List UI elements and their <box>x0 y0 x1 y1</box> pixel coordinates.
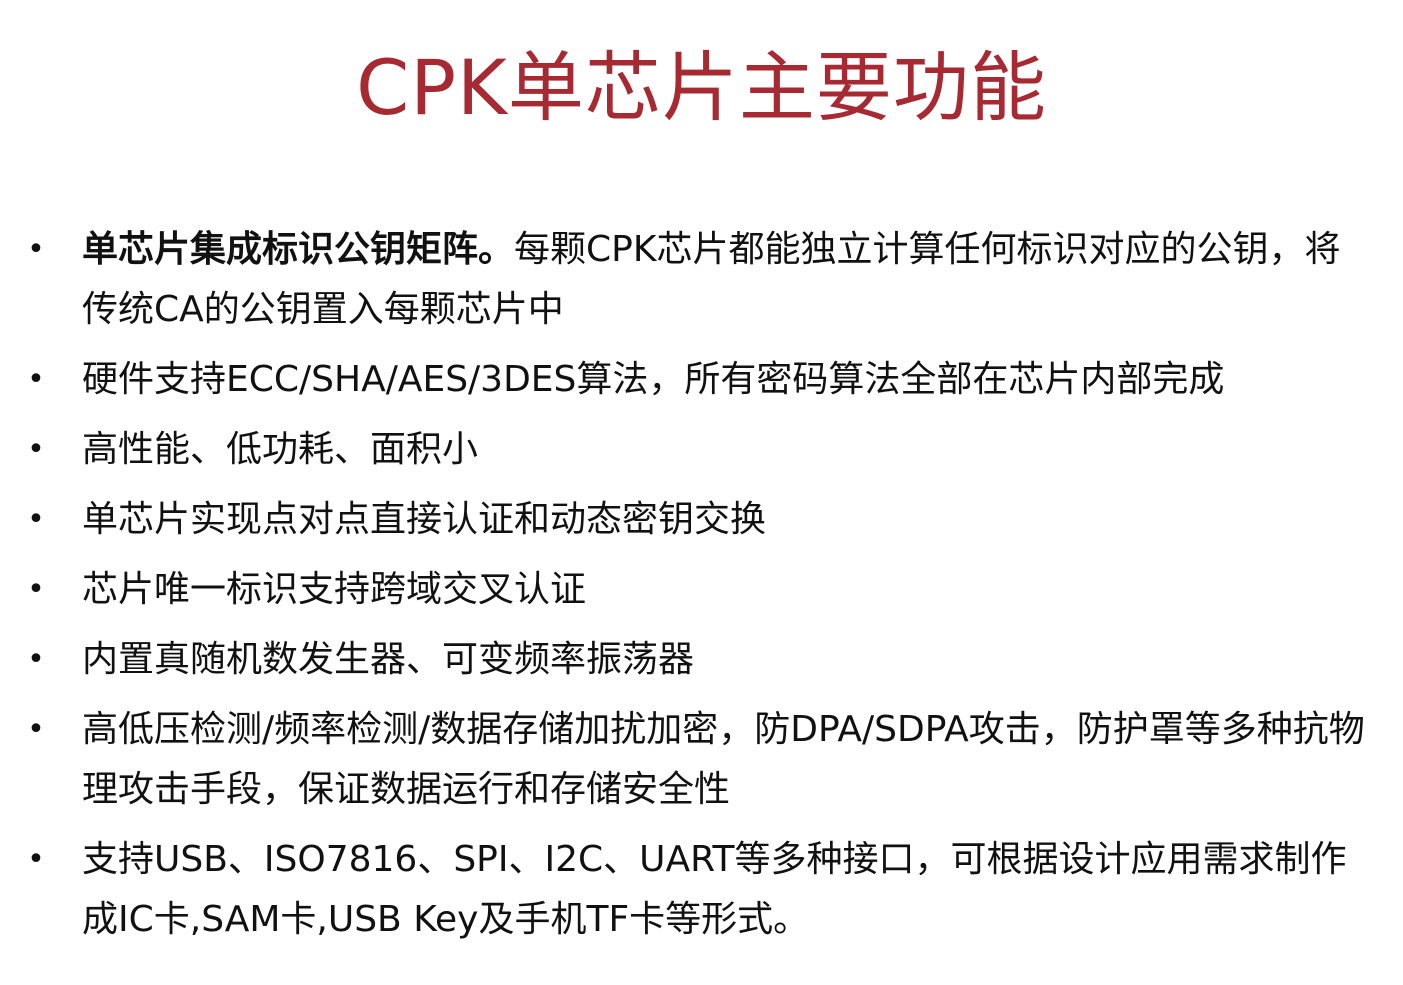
bullet-dot-icon: • <box>27 572 45 607</box>
bullet-dot-icon: • <box>27 432 45 467</box>
bullet-dot-icon: • <box>27 362 45 397</box>
bullet-text: 支持USB、ISO7816、SPI、I2C、UART等多种接口，可根据设计应用需… <box>82 839 1347 940</box>
bullet-text: 硬件支持ECC/SHA/AES/3DES算法，所有密码算法全部在芯片内部完成 <box>82 359 1225 400</box>
bullet-dot-icon: • <box>27 842 45 877</box>
bullet-dot-icon: • <box>27 642 45 677</box>
bullet-list: • 单芯片集成标识公钥矩阵。每颗CPK芯片都能独立计算任何标识对应的公钥，将传统… <box>0 220 1403 960</box>
bullet-item: • 单芯片集成标识公钥矩阵。每颗CPK芯片都能独立计算任何标识对应的公钥，将传统… <box>0 220 1403 340</box>
bullet-dot-icon: • <box>27 502 45 537</box>
bullet-item: • 单芯片实现点对点直接认证和动态密钥交换 <box>0 490 1403 550</box>
bullet-text: 芯片唯一标识支持跨域交叉认证 <box>82 569 587 610</box>
bullet-item: • 芯片唯一标识支持跨域交叉认证 <box>0 560 1403 620</box>
slide-title: CPK单芯片主要功能 <box>356 43 1047 132</box>
bullet-text: 单芯片实现点对点直接认证和动态密钥交换 <box>82 499 767 540</box>
bullet-item: • 高低压检测/频率检测/数据存储加扰加密，防DPA/SDPA攻击，防护罩等多种… <box>0 700 1403 820</box>
bullet-text: 高低压检测/频率检测/数据存储加扰加密，防DPA/SDPA攻击，防护罩等多种抗物… <box>82 709 1365 810</box>
bullet-item: • 支持USB、ISO7816、SPI、I2C、UART等多种接口，可根据设计应… <box>0 830 1403 950</box>
slide: CPK单芯片主要功能 • 单芯片集成标识公钥矩阵。每颗CPK芯片都能独立计算任何… <box>0 0 1403 985</box>
bullet-text: 内置真随机数发生器、可变频率振荡器 <box>82 639 695 680</box>
bullet-item: • 硬件支持ECC/SHA/AES/3DES算法，所有密码算法全部在芯片内部完成 <box>0 350 1403 410</box>
bullet-item: • 内置真随机数发生器、可变频率振荡器 <box>0 630 1403 690</box>
bullet-bold-text: 单芯片集成标识公钥矩阵。 <box>82 229 515 270</box>
bullet-item: • 高性能、低功耗、面积小 <box>0 420 1403 480</box>
bullet-dot-icon: • <box>27 232 45 267</box>
bullet-dot-icon: • <box>27 712 45 747</box>
bullet-text: 高性能、低功耗、面积小 <box>82 429 479 470</box>
